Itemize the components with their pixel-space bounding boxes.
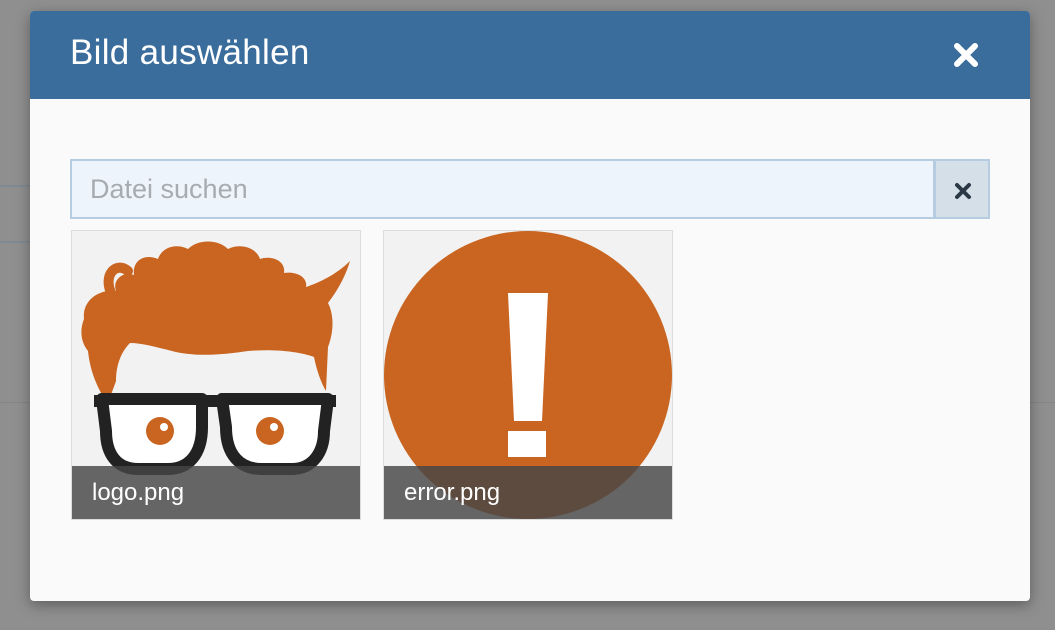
image-picker-dialog: Bild auswählen Datei suchen logo.png err… [30, 11, 1030, 601]
file-name-label: logo.png [72, 466, 360, 519]
search-bar [70, 159, 990, 219]
dialog-title: Bild auswählen [70, 33, 310, 72]
close-button[interactable] [952, 41, 980, 69]
background-divider [1030, 402, 1055, 403]
background-divider [0, 185, 30, 187]
file-tile[interactable]: logo.png [71, 230, 361, 520]
background-divider [0, 402, 30, 403]
search-input[interactable] [70, 159, 935, 219]
file-tile[interactable]: error.png [383, 230, 673, 520]
file-name-label: error.png [384, 466, 672, 519]
close-icon [955, 183, 971, 199]
dialog-header: Bild auswählen [30, 11, 1030, 99]
close-icon [954, 43, 978, 67]
background-divider [0, 241, 30, 243]
clear-search-button[interactable] [935, 159, 990, 219]
